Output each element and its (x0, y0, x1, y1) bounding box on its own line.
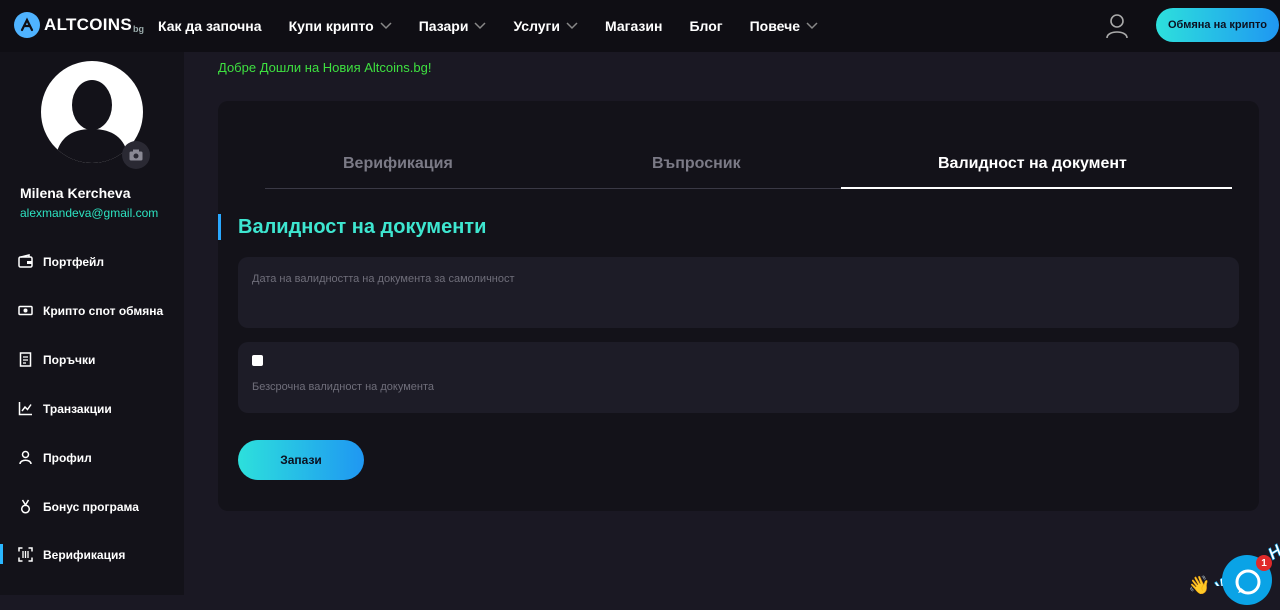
sidebar: Milena Kercheva alexmandeva@gmail.com По… (0, 52, 184, 595)
welcome-message: Добре Дошли на Новия Altcoins.bg! (218, 60, 432, 75)
active-tab-underline (841, 187, 1232, 189)
nav-shop[interactable]: Магазин (605, 18, 662, 34)
exchange-crypto-button[interactable]: Обмяна на крипто (1156, 8, 1279, 42)
nav-buy-crypto[interactable]: Купи крипто (289, 18, 392, 34)
chevron-down-icon (566, 22, 578, 30)
document-expiry-date-field[interactable]: Дата на валидността на документа за само… (238, 257, 1239, 328)
user-account-icon[interactable] (1105, 13, 1129, 39)
tab-verification[interactable]: Верификация (343, 155, 453, 173)
sidebar-item-label: Транзакции (43, 401, 112, 416)
sidebar-item-orders[interactable]: Поръчки (18, 352, 95, 367)
cash-icon (18, 305, 33, 316)
wallet-icon (18, 254, 33, 268)
section-title: Валидност на документи (238, 216, 487, 238)
sidebar-item-verification[interactable]: Верификация (18, 547, 125, 562)
waving-hand-icon: 👋 (1188, 575, 1211, 595)
sidebar-item-spot-exchange[interactable]: Крипто спот обмяна (18, 303, 163, 318)
chevron-down-icon (806, 22, 818, 30)
nav-blog[interactable]: Блог (689, 18, 722, 34)
checkbox-label: Безсрочна валидност на документа (252, 381, 434, 393)
nav-label: Повече (749, 18, 800, 34)
medal-icon (20, 499, 31, 514)
sidebar-item-label: Крипто спот обмяна (43, 303, 164, 318)
indefinite-validity-field: Безсрочна валидност на документа (238, 342, 1239, 413)
scan-icon (18, 547, 33, 562)
indefinite-validity-checkbox[interactable] (252, 355, 263, 366)
altcoins-logo[interactable]: ALTCOINS bg (14, 12, 144, 38)
sidebar-item-label: Профил (43, 450, 92, 465)
nav-markets[interactable]: Пазари (419, 18, 487, 34)
sidebar-item-transactions[interactable]: Транзакции (18, 401, 112, 416)
sidebar-item-label: Верификация (43, 547, 126, 562)
main-nav: Как да започна Купи крипто Пазари Услуги… (158, 0, 845, 52)
chevron-down-icon (380, 22, 392, 30)
nav-label: Магазин (605, 18, 663, 34)
date-field-placeholder: Дата на валидността на документа за само… (252, 273, 515, 285)
chat-unread-badge: 1 (1256, 555, 1272, 571)
sidebar-item-label: Портфейл (43, 254, 105, 269)
active-item-indicator (0, 544, 3, 564)
tab-document-validity[interactable]: Валидност на документ (938, 155, 1127, 173)
receipt-icon (19, 352, 32, 367)
sidebar-item-profile[interactable]: Профил (18, 450, 92, 465)
sidebar-item-label: Поръчки (43, 352, 96, 367)
sidebar-item-wallet[interactable]: Портфейл (18, 254, 104, 269)
chevron-down-icon (474, 22, 486, 30)
nav-label: Услуги (513, 18, 560, 34)
tab-questionnaire[interactable]: Въпросник (652, 155, 741, 173)
nav-label: Как да започна (158, 18, 262, 34)
user-name: Milena Kercheva (20, 185, 131, 201)
nav-how-to-start[interactable]: Как да започна (158, 18, 262, 34)
change-photo-camera-icon[interactable] (122, 141, 150, 169)
chart-icon (18, 402, 32, 416)
logo-suffix: bg (133, 24, 145, 34)
logo-mark-icon (14, 12, 40, 38)
nav-label: Блог (689, 18, 723, 34)
nav-services[interactable]: Услуги (513, 18, 578, 34)
logo-text: ALTCOINS (44, 15, 133, 34)
nav-label: Пазари (418, 18, 469, 34)
user-email: alexmandeva@gmail.com (20, 206, 159, 220)
tabs-divider (265, 188, 841, 189)
section-accent-bar (218, 214, 221, 240)
person-icon (19, 450, 32, 465)
sidebar-item-label: Бонус програма (43, 499, 139, 514)
nav-label: Купи крипто (288, 18, 374, 34)
nav-more[interactable]: Повече (750, 18, 818, 34)
sidebar-item-bonus[interactable]: Бонус програма (18, 499, 139, 514)
top-navbar: ALTCOINS bg Как да започна Купи крипто П… (0, 0, 1280, 52)
save-button[interactable]: Запази (238, 440, 364, 480)
